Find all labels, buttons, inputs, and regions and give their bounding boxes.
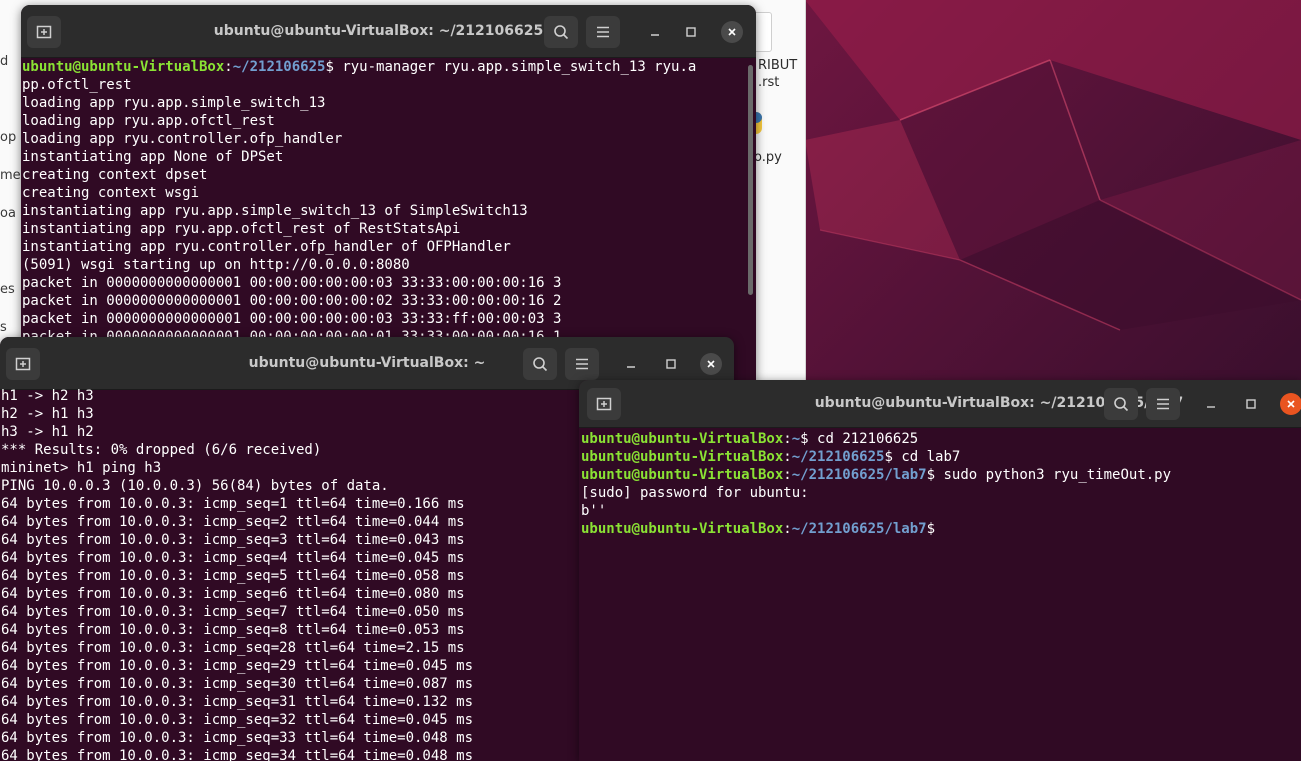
close-icon (707, 360, 715, 368)
file-label[interactable]: o.py (754, 150, 782, 165)
file-label[interactable]: .rst (758, 75, 779, 90)
terminal-line: instantiating app ryu.controller.ofp_han… (22, 239, 511, 255)
sidebar-fragment[interactable]: oa (0, 206, 16, 221)
prompt-separator: : (783, 467, 792, 483)
window-title: ubuntu@ubuntu-VirtualBox: ~/212106625 (213, 23, 544, 39)
terminal-line: ubuntu@ubuntu-VirtualBox:~/212106625$ ry… (22, 58, 756, 76)
menu-button[interactable] (565, 348, 599, 380)
terminal-line: creating context dpset (22, 167, 208, 183)
terminal-line: loading app ryu.controller.ofp_handler (22, 131, 343, 147)
prompt-path: ~/212106625 (232, 59, 326, 75)
terminal-line: [sudo] password for ubuntu: (581, 485, 809, 501)
search-button[interactable] (523, 348, 557, 380)
search-button[interactable] (1104, 388, 1138, 420)
minimize-button[interactable] (644, 21, 666, 43)
prompt-path: ~/212106625/lab7 (791, 521, 927, 537)
maximize-button[interactable] (680, 21, 702, 43)
terminal-line: ubuntu@ubuntu-VirtualBox:~/212106625/lab… (581, 466, 1301, 484)
minimize-icon (651, 34, 659, 36)
hamburger-icon (576, 358, 588, 370)
prompt-symbol: $ (926, 521, 936, 537)
minimize-button[interactable] (1200, 393, 1222, 415)
prompt-symbol: $ (884, 449, 893, 465)
search-icon (533, 357, 548, 372)
minimize-icon (627, 366, 635, 368)
close-icon (1287, 400, 1295, 408)
terminal-output[interactable]: ubuntu@ubuntu-VirtualBox:~$ cd 212106625… (581, 430, 1301, 761)
terminal-line: instantiating app ryu.app.simple_switch_… (22, 203, 528, 219)
maximize-icon (666, 359, 676, 369)
file-label[interactable]: RIBUT (758, 58, 797, 73)
sidebar-fragment[interactable]: es (0, 282, 15, 297)
prompt-symbol: $ (800, 431, 809, 447)
terminal-line: packet in 0000000000000001 00:00:00:00:0… (22, 275, 562, 291)
prompt-symbol: $ (325, 59, 334, 75)
prompt-user: ubuntu@ubuntu-VirtualBox (22, 59, 225, 75)
titlebar[interactable]: ubuntu@ubuntu-VirtualBox: ~/212106625 (21, 5, 756, 58)
terminal-window-ryu[interactable]: ubuntu@ubuntu-VirtualBox: ~/212106625 ub… (21, 5, 756, 385)
search-icon (1114, 397, 1129, 412)
maximize-button[interactable] (660, 353, 682, 375)
maximize-icon (1246, 399, 1256, 409)
prompt-separator: : (783, 431, 792, 447)
terminal-line: ubuntu@ubuntu-VirtualBox:~/212106625/lab… (581, 520, 1301, 538)
terminal-line: loading app ryu.app.simple_switch_13 (22, 95, 326, 111)
terminal-line: b'' (581, 503, 607, 519)
prompt-path: ~ (791, 431, 801, 447)
window-title: ubuntu@ubuntu-VirtualBox: ~/212106625/la… (814, 395, 1184, 411)
close-button[interactable] (721, 21, 743, 43)
sidebar-fragment[interactable]: me (0, 168, 21, 183)
prompt-path: ~/212106625/lab7 (791, 467, 927, 483)
prompt-user: ubuntu@ubuntu-VirtualBox (581, 449, 784, 465)
prompt-user: ubuntu@ubuntu-VirtualBox (581, 431, 784, 447)
terminal-line: instantiating app None of DPSet (22, 149, 284, 165)
prompt-path: ~/212106625 (791, 449, 885, 465)
search-button[interactable] (544, 16, 578, 48)
terminal-line: (5091) wsgi starting up on http://0.0.0.… (22, 257, 410, 273)
search-icon (554, 25, 569, 40)
prompt-separator: : (783, 449, 792, 465)
minimize-icon (1207, 406, 1215, 408)
command-text: cd 212106625 (808, 431, 919, 447)
terminal-line: packet in 0000000000000001 00:00:00:00:0… (22, 311, 562, 327)
titlebar[interactable]: ubuntu@ubuntu-VirtualBox: ~/212106625/la… (579, 380, 1301, 428)
close-button[interactable] (700, 353, 722, 375)
prompt-separator: : (783, 521, 792, 537)
terminal-line: loading app ryu.app.ofctl_rest (22, 113, 275, 129)
maximize-icon (686, 27, 696, 37)
sidebar-fragment[interactable]: s (0, 320, 7, 335)
terminal-line: packet in 0000000000000001 00:00:00:00:0… (22, 293, 562, 309)
command-text: ryu-manager ryu.app.simple_switch_13 ryu… (333, 59, 697, 75)
sidebar-fragment[interactable]: op (0, 130, 16, 145)
command-text: sudo python3 ryu_timeOut.py (935, 467, 1172, 483)
hamburger-icon (1157, 398, 1169, 410)
terminal-line: ubuntu@ubuntu-VirtualBox:~/212106625$ cd… (581, 448, 1301, 466)
prompt-user: ubuntu@ubuntu-VirtualBox (581, 521, 784, 537)
scrollbar-thumb[interactable] (748, 65, 753, 295)
terminal-line: pp.ofctl_rest (22, 77, 132, 93)
sidebar-fragment[interactable]: d (0, 54, 8, 69)
prompt-symbol: $ (926, 467, 936, 483)
prompt-separator: : (224, 59, 233, 75)
terminal-line: creating context wsgi (22, 185, 200, 201)
terminal-window-lab7[interactable]: ubuntu@ubuntu-VirtualBox: ~/212106625/la… (579, 380, 1301, 761)
terminal-output[interactable]: ubuntu@ubuntu-VirtualBox:~/212106625$ ry… (22, 58, 756, 385)
prompt-user: ubuntu@ubuntu-VirtualBox (581, 467, 784, 483)
close-button[interactable] (1280, 393, 1301, 415)
menu-button[interactable] (586, 16, 620, 48)
terminal-line: instantiating app ryu.app.ofctl_rest of … (22, 221, 461, 237)
command-text: cd lab7 (892, 449, 961, 465)
close-icon (728, 28, 736, 36)
hamburger-icon (597, 26, 609, 38)
terminal-line: ubuntu@ubuntu-VirtualBox:~$ cd 212106625 (581, 430, 1301, 448)
maximize-button[interactable] (1240, 393, 1262, 415)
menu-button[interactable] (1146, 388, 1180, 420)
minimize-button[interactable] (620, 353, 642, 375)
